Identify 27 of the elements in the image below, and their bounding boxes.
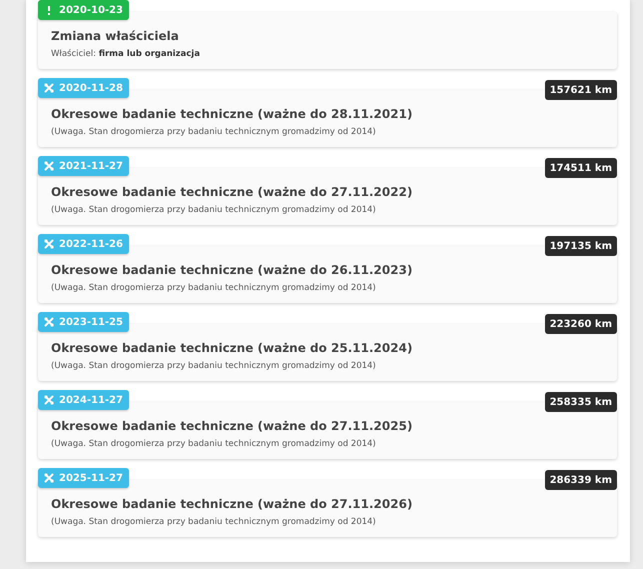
event-note: (Uwaga. Stan drogomierza przy badaniu technicznym gromadzimy od 2014) <box>51 127 377 137</box>
event-note: (Uwaga. Stan drogomierza przy badaniu technicznym gromadzimy od 2014) <box>51 517 377 527</box>
event-title: Okresowe badanie techniczne (ważne do 27.11.2026) <box>51 497 414 511</box>
mileage-badge: 223260 km <box>544 314 617 334</box>
date-badge: 2024-11-27 <box>38 390 129 410</box>
event-title: Zmiana właściciela <box>51 29 180 43</box>
date-badge: 2020-11-28 <box>38 78 129 98</box>
mileage-badge: 258335 km <box>544 392 617 412</box>
event-note: (Uwaga. Stan drogomierza przy badaniu technicznym gromadzimy od 2014) <box>51 361 377 371</box>
date-badge: 2021-11-27 <box>38 156 129 176</box>
event-note: (Uwaga. Stan drogomierza przy badaniu technicznym gromadzimy od 2014) <box>51 205 377 215</box>
mileage-badge: 157621 km <box>544 80 617 100</box>
event-title: Okresowe badanie techniczne (ważne do 28.11.2021) <box>51 107 414 121</box>
event-note: Właściciel: firma lub organizacja <box>51 49 201 59</box>
event-note: (Uwaga. Stan drogomierza przy badaniu technicznym gromadzimy od 2014) <box>51 283 377 293</box>
date-badge: 2025-11-27 <box>38 468 129 488</box>
date-badge: 2020-10-23 <box>38 0 129 20</box>
event-title: Okresowe badanie techniczne (ważne do 26.11.2023) <box>51 263 414 277</box>
event-title: Okresowe badanie techniczne (ważne do 25.11.2024) <box>51 341 414 355</box>
date-badge: 2022-11-26 <box>38 234 129 254</box>
event-title: Okresowe badanie techniczne (ważne do 27.11.2022) <box>51 185 414 199</box>
mileage-badge: 174511 km <box>544 158 617 178</box>
mileage-badge: 286339 km <box>544 470 617 490</box>
event-note: (Uwaga. Stan drogomierza przy badaniu technicznym gromadzimy od 2014) <box>51 439 377 449</box>
event-title: Okresowe badanie techniczne (ważne do 27.11.2025) <box>51 419 414 433</box>
date-badge: 2023-11-25 <box>38 312 129 332</box>
mileage-badge: 197135 km <box>544 236 617 256</box>
